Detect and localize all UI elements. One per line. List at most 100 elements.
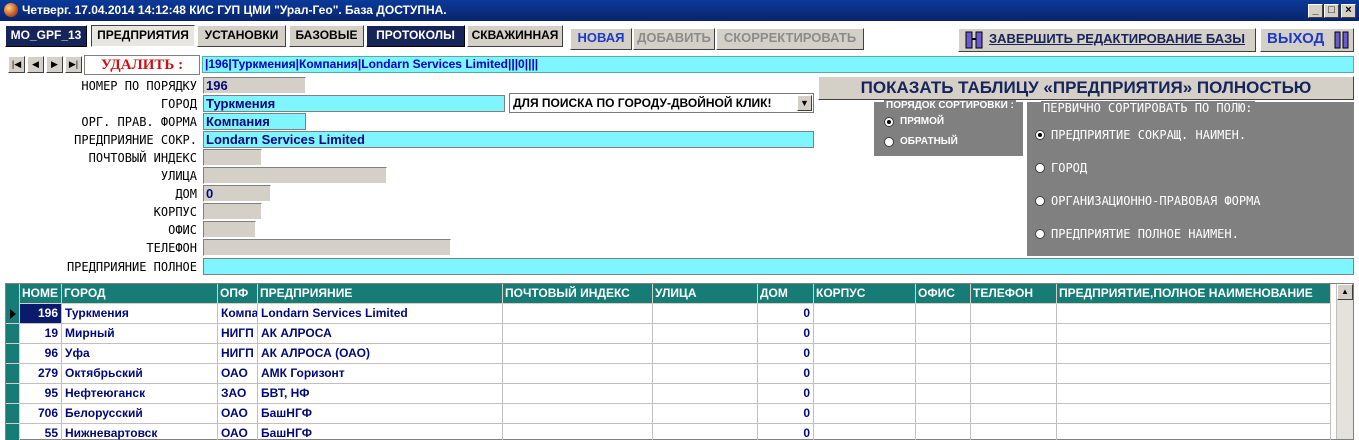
maximize-button[interactable]: □ [1324,4,1339,18]
cell-street[interactable] [653,304,758,324]
row-indicator[interactable] [6,424,20,440]
cell-opf[interactable]: НИГП [218,324,258,344]
table-row[interactable]: 279 Октябрьский ОАО АМК Горизонт 0 [6,364,1331,384]
cell-opf[interactable]: ОАО [218,364,258,384]
cell-postal[interactable] [503,404,653,424]
cell-street[interactable] [653,384,758,404]
cell-enterprise[interactable]: БашНГФ [258,424,503,440]
cell-phone[interactable] [971,344,1057,364]
sort-field-city-radio[interactable]: ГОРОД [1035,161,1087,175]
cell-office[interactable] [916,424,971,440]
phone-field[interactable] [203,239,451,256]
scroll-up-icon[interactable]: ▲ [1337,284,1353,300]
row-indicator[interactable] [6,324,20,344]
sort-reverse-radio[interactable]: ОБРАТНЫЙ [884,136,958,147]
cell-building[interactable] [814,384,916,404]
table-row[interactable]: 706 Белорусский ОАО БашНГФ 0 [6,404,1331,424]
cell-city[interactable]: Уфа [62,344,218,364]
cell-opf[interactable]: ЗАО [218,384,258,404]
city-search-select[interactable]: ДЛЯ ПОИСКА ПО ГОРОДУ-ДВОЙНОЙ КЛИК! ▼ [509,93,814,113]
cell-opf[interactable]: ОАО [218,424,258,440]
cell-office[interactable] [916,384,971,404]
short-name-field[interactable]: Londarn Services Limited [203,131,814,148]
show-all-button[interactable]: ПОКАЗАТЬ ТАБЛИЦУ «ПРЕДПРИЯТИЯ» ПОЛНОСТЬЮ [818,76,1354,100]
tab-settings[interactable]: УСТАНОВКИ [197,25,286,47]
cell-postal[interactable] [503,384,653,404]
col-header-house[interactable]: ДОМ [758,284,814,304]
cell-postal[interactable] [503,424,653,440]
add-button[interactable]: ДОБАВИТЬ [633,28,715,50]
cell-full-name[interactable] [1057,404,1331,424]
cell-office[interactable] [916,364,971,384]
cell-postal[interactable] [503,324,653,344]
cell-number[interactable]: 706 [20,404,62,424]
cell-street[interactable] [653,404,758,424]
cell-full-name[interactable] [1057,344,1331,364]
street-field[interactable] [203,167,387,184]
finish-editing-button[interactable]: ЗАВЕРШИТЬ РЕДАКТИРОВАНИЕ БАЗЫ [958,28,1256,52]
col-header-enterprise[interactable]: ПРЕДПРИЯНИЕ [258,284,503,304]
cell-number[interactable]: 279 [20,364,62,384]
office-field[interactable] [203,221,256,238]
cell-city[interactable]: Нефтеюганск [62,384,218,404]
cell-postal[interactable] [503,344,653,364]
table-row[interactable]: 19 Мирный НИГП АК АЛРОСА 0 [6,324,1331,344]
cell-street[interactable] [653,364,758,384]
col-header-office[interactable]: ОФИС [916,284,971,304]
full-name-field[interactable] [203,258,1354,275]
cell-full-name[interactable] [1057,364,1331,384]
first-record-button[interactable]: |◀ [8,56,25,73]
house-field[interactable]: 0 [203,185,271,202]
sort-field-orgform-radio[interactable]: ОРГАНИЗАЦИОННО-ПРАВОВАЯ ФОРМА [1035,194,1261,208]
cell-enterprise[interactable]: БашНГФ [258,404,503,424]
cell-phone[interactable] [971,324,1057,344]
table-row[interactable]: 96 Уфа НИГП АК АЛРОСА (ОАО) 0 [6,344,1331,364]
chevron-down-icon[interactable]: ▼ [797,95,812,111]
cell-building[interactable] [814,344,916,364]
tab-well[interactable]: СКВАЖИННАЯ [467,25,563,47]
col-header-street[interactable]: УЛИЦА [653,284,758,304]
cell-house[interactable]: 0 [758,304,814,324]
cell-house[interactable]: 0 [758,384,814,404]
cell-office[interactable] [916,404,971,424]
cell-phone[interactable] [971,304,1057,324]
cell-house[interactable]: 0 [758,324,814,344]
new-button[interactable]: НОВАЯ [570,28,632,50]
cell-street[interactable] [653,324,758,344]
cell-building[interactable] [814,404,916,424]
table-row[interactable]: 95 Нефтеюганск ЗАО БВТ, НФ 0 [6,384,1331,404]
col-header-number[interactable]: НОМЕ [20,284,62,304]
cell-city[interactable]: Нижневартовск [62,424,218,440]
col-header-building[interactable]: КОРПУС [814,284,916,304]
tab-protocols[interactable]: ПРОТОКОЛЫ [366,25,465,47]
cell-postal[interactable] [503,364,653,384]
city-field[interactable]: Туркмения [203,95,505,112]
cell-office[interactable] [916,324,971,344]
postal-field[interactable] [203,149,262,166]
edit-button[interactable]: СКОРРЕКТИРОВАТЬ [716,28,864,50]
cell-house[interactable]: 0 [758,344,814,364]
col-header-phone[interactable]: ТЕЛЕФОН [971,284,1057,304]
cell-house[interactable]: 0 [758,404,814,424]
cell-phone[interactable] [971,364,1057,384]
sort-field-short-radio[interactable]: ПРЕДПРИЯТИЕ СОКРАЩ. НАИМЕН. [1035,128,1246,142]
cell-full-name[interactable] [1057,304,1331,324]
cell-phone[interactable] [971,384,1057,404]
cell-full-name[interactable] [1057,384,1331,404]
cell-enterprise[interactable]: АК АЛРОСА (ОАО) [258,344,503,364]
col-header-opf[interactable]: ОПФ [218,284,258,304]
cell-street[interactable] [653,344,758,364]
cell-enterprise[interactable]: БВТ, НФ [258,384,503,404]
cell-house[interactable]: 0 [758,424,814,440]
cell-postal[interactable] [503,304,653,324]
cell-building[interactable] [814,324,916,344]
close-button[interactable]: × [1341,4,1356,18]
sort-direct-radio[interactable]: ПРЯМОЙ [884,116,944,127]
cell-number[interactable]: 95 [20,384,62,404]
cell-office[interactable] [916,344,971,364]
cell-city[interactable]: Белорусский [62,404,218,424]
cell-full-name[interactable] [1057,424,1331,440]
current-row-pointer-icon[interactable] [6,304,20,324]
cell-building[interactable] [814,424,916,440]
row-indicator[interactable] [6,364,20,384]
